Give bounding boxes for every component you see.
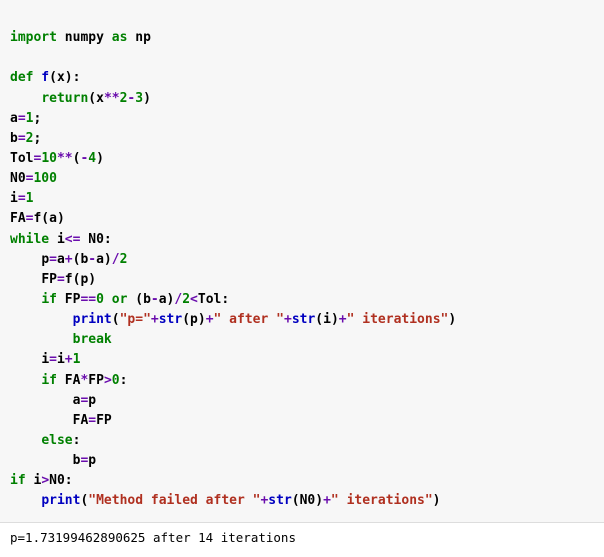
- kw-while: while: [10, 232, 49, 247]
- kw-else: else: [41, 433, 72, 448]
- line-8: N0=100: [10, 171, 57, 186]
- line-24: print("Method failed after "+str(N0)+" i…: [10, 493, 441, 508]
- code-cell: import numpy as np def f(x): return(x**2…: [0, 0, 604, 522]
- fn-print: print: [73, 312, 112, 327]
- line-20: FA=FP: [10, 413, 112, 428]
- line-6: b=2;: [10, 131, 41, 146]
- line-19: a=p: [10, 393, 96, 408]
- line-21: else:: [10, 433, 80, 448]
- line-11: while i<= N0:: [10, 232, 112, 247]
- line-16: break: [10, 332, 112, 347]
- line-23: if i>N0:: [10, 473, 73, 488]
- kw-or: or: [112, 292, 128, 307]
- line-22: b=p: [10, 453, 96, 468]
- line-12: p=a+(b-a)/2: [10, 252, 127, 267]
- line-14: if FP==0 or (b-a)/2<Tol:: [10, 292, 229, 307]
- line-5: a=1;: [10, 111, 41, 126]
- line-18: if FA*FP>0:: [10, 373, 127, 388]
- line-17: i=i+1: [10, 352, 80, 367]
- kw-return: return: [41, 91, 88, 106]
- kw-def: def: [10, 70, 33, 85]
- line-7: Tol=10**(-4): [10, 151, 104, 166]
- output-text: p=1.73199462890625 after 14 iterations: [10, 530, 296, 545]
- kw-if: if: [10, 473, 26, 488]
- kw-break: break: [73, 332, 112, 347]
- fn-print: print: [41, 493, 80, 508]
- output-cell: p=1.73199462890625 after 14 iterations: [0, 522, 604, 555]
- line-10: FA=f(a): [10, 211, 65, 226]
- line-4: return(x**2-3): [10, 91, 151, 106]
- kw-as: as: [112, 30, 128, 45]
- line-15: print("p="+str(p)+" after "+str(i)+" ite…: [10, 312, 456, 327]
- kw-if: if: [41, 373, 57, 388]
- line-9: i=1: [10, 191, 33, 206]
- kw-if: if: [41, 292, 57, 307]
- line-1: import numpy as np: [10, 30, 151, 45]
- line-13: FP=f(p): [10, 272, 96, 287]
- line-3: def f(x):: [10, 70, 80, 85]
- kw-import: import: [10, 30, 57, 45]
